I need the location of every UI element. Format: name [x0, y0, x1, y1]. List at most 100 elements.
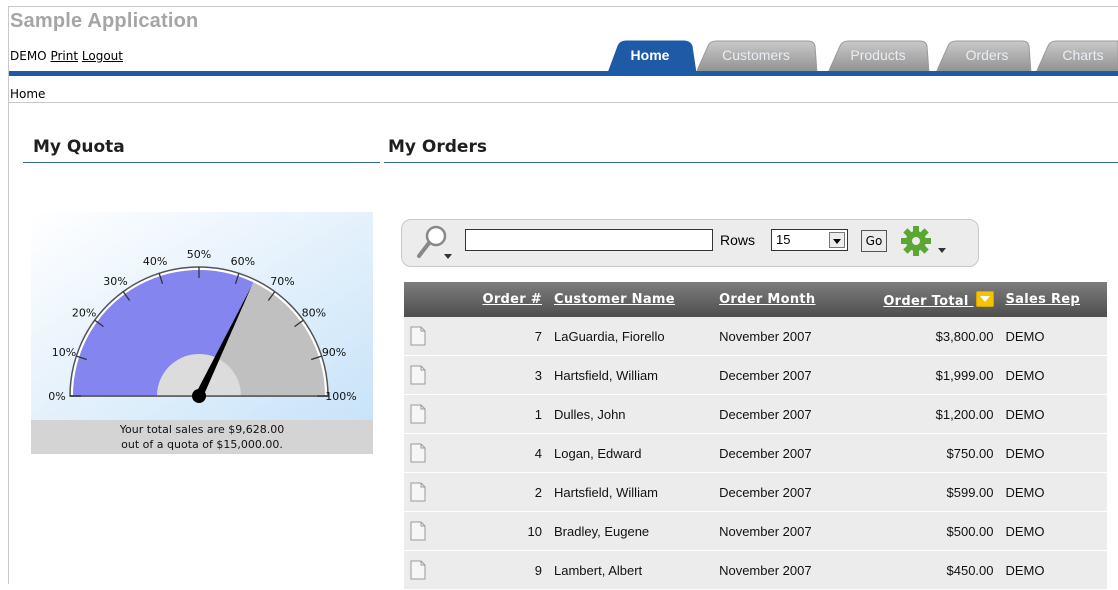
- edit-icon-cell: [404, 433, 458, 473]
- cell-sales-rep: DEMO: [999, 472, 1107, 512]
- gauge-tick-label: 100%: [325, 390, 356, 403]
- document-icon[interactable]: [410, 365, 426, 385]
- cell-customer-name: Bradley, Eugene: [548, 511, 714, 551]
- rows-label: Rows: [720, 232, 756, 248]
- user-name: DEMO: [10, 49, 47, 63]
- cell-order-month: November 2007: [713, 317, 848, 356]
- gauge-caption-line2: out of a quota of $15,000.00.: [121, 438, 283, 451]
- document-icon[interactable]: [410, 326, 426, 346]
- document-icon[interactable]: [410, 443, 426, 463]
- edit-icon-cell: [404, 317, 458, 356]
- document-icon[interactable]: [410, 482, 426, 502]
- rows-select-value: 15: [776, 232, 791, 247]
- document-icon[interactable]: [410, 404, 426, 424]
- gauge-caption: Your total sales are $9,628.00 out of a …: [31, 420, 373, 454]
- orders-region-title: My Orders: [388, 137, 487, 157]
- logout-link[interactable]: Logout: [82, 49, 123, 63]
- table-row: 3 Hartsfield, William December 2007 $1,999.…: [404, 355, 1107, 395]
- cell-order-total: $599.00: [847, 472, 1000, 512]
- breadcrumb: Home: [10, 87, 46, 101]
- cell-customer-name: Dulles, John: [548, 394, 714, 434]
- cell-order-total: $1,200.00: [847, 394, 1000, 434]
- col-sales-rep[interactable]: Sales Rep: [999, 282, 1107, 317]
- col-order-month[interactable]: Order Month: [713, 282, 848, 317]
- col-order-number[interactable]: Order #: [458, 282, 548, 317]
- gear-icon[interactable]: [900, 226, 952, 258]
- col-icon: [404, 282, 458, 317]
- tab-customers[interactable]: Customers: [694, 40, 818, 73]
- sort-desc-icon[interactable]: [975, 290, 994, 307]
- table-row: 10 Bradley, Eugene November 2007 $500.00 DEM…: [404, 511, 1107, 551]
- tab-home[interactable]: Home: [604, 40, 696, 73]
- tab-products[interactable]: Products: [826, 40, 930, 73]
- table-row: 7 LaGuardia, Fiorello November 2007 $3,800.…: [404, 317, 1107, 356]
- cell-sales-rep: DEMO: [999, 394, 1107, 434]
- quota-region-title: My Quota: [33, 137, 125, 157]
- gauge-caption-line1: Your total sales are $9,628.00: [119, 423, 285, 436]
- chevron-down-icon: [829, 232, 845, 248]
- tab-charts[interactable]: Charts: [1034, 40, 1118, 73]
- cell-order-total: $750.00: [847, 433, 1000, 473]
- cell-customer-name: Logan, Edward: [548, 433, 714, 473]
- cell-order-number: 1: [458, 394, 548, 434]
- cell-sales-rep: DEMO: [999, 433, 1107, 473]
- cell-order-number: 4: [458, 433, 548, 473]
- document-icon[interactable]: [410, 521, 426, 541]
- cell-order-number: 2: [458, 472, 548, 512]
- tab-customers-label: Customers: [722, 47, 790, 63]
- gauge-needle-pivot: [192, 389, 206, 403]
- quota-gauge: 0% 10% 20% 30% 40% 50% 60% 70% 80% 90% 100%: [31, 212, 373, 454]
- cell-order-month: December 2007: [713, 433, 848, 473]
- cell-customer-name: Hartsfield, William: [548, 472, 714, 512]
- cell-customer-name: LaGuardia, Fiorello: [548, 317, 714, 356]
- tab-charts-label: Charts: [1062, 47, 1104, 63]
- cell-order-number: 7: [458, 317, 548, 356]
- cell-order-month: November 2007: [713, 511, 848, 551]
- gauge-tick-label: 90%: [322, 346, 346, 359]
- tab-products-label: Products: [850, 47, 906, 63]
- edit-icon-cell: [404, 511, 458, 551]
- cell-order-total: $500.00: [847, 511, 1000, 551]
- quota-region-rule: [23, 162, 380, 163]
- col-customer-name[interactable]: Customer Name: [548, 282, 714, 317]
- edit-icon-cell: [404, 355, 458, 395]
- gauge-tick-label: 50%: [187, 248, 211, 261]
- gauge-tick-label: 20%: [72, 307, 96, 320]
- edit-icon-cell: [404, 472, 458, 512]
- rows-select[interactable]: 15: [771, 229, 848, 251]
- tab-orders-label: Orders: [965, 47, 1009, 63]
- orders-table: Order # Customer Name Order Month Order …: [404, 282, 1107, 590]
- edit-icon-cell: [404, 394, 458, 434]
- breadcrumb-bar: [9, 76, 1118, 103]
- cell-order-month: December 2007: [713, 355, 848, 395]
- gauge-tick-label: 30%: [103, 275, 127, 288]
- col-order-total[interactable]: Order Total: [847, 282, 1000, 317]
- table-header-row: Order # Customer Name Order Month Order …: [404, 282, 1107, 317]
- gauge-tick-label: 70%: [270, 275, 294, 288]
- gauge-tick-label: 10%: [52, 346, 76, 359]
- cell-sales-rep: DEMO: [999, 317, 1107, 356]
- gauge-tick-label: 60%: [231, 255, 255, 268]
- search-input[interactable]: [465, 229, 713, 251]
- cell-order-number: 3: [458, 355, 548, 395]
- cell-order-month: December 2007: [713, 394, 848, 434]
- gauge-tick-label: 80%: [302, 307, 326, 320]
- cell-order-total: $1,999.00: [847, 355, 1000, 395]
- user-nav: DEMO Print Logout: [10, 49, 123, 63]
- search-icon[interactable]: [414, 224, 456, 264]
- print-link[interactable]: Print: [50, 49, 78, 63]
- document-icon[interactable]: [410, 560, 426, 580]
- gauge-tick-label: 0%: [48, 390, 65, 403]
- app-title: Sample Application: [10, 10, 199, 32]
- table-row: 4 Logan, Edward December 2007 $750.00 DEMO: [404, 433, 1107, 473]
- cell-sales-rep: DEMO: [999, 355, 1107, 395]
- cell-order-number: 10: [458, 511, 548, 551]
- table-row: 1 Dulles, John December 2007 $1,200.00 DEMO: [404, 394, 1107, 434]
- go-button[interactable]: Go: [861, 230, 887, 252]
- cell-order-total: $3,800.00: [847, 317, 1000, 356]
- gauge-chart: 0% 10% 20% 30% 40% 50% 60% 70% 80% 90% 100%: [31, 212, 373, 420]
- tab-orders[interactable]: Orders: [934, 40, 1032, 73]
- gauge-tick-label: 40%: [143, 255, 167, 268]
- table-row: 2 Hartsfield, William December 2007 $599.00…: [404, 472, 1107, 512]
- cell-sales-rep: DEMO: [999, 511, 1107, 551]
